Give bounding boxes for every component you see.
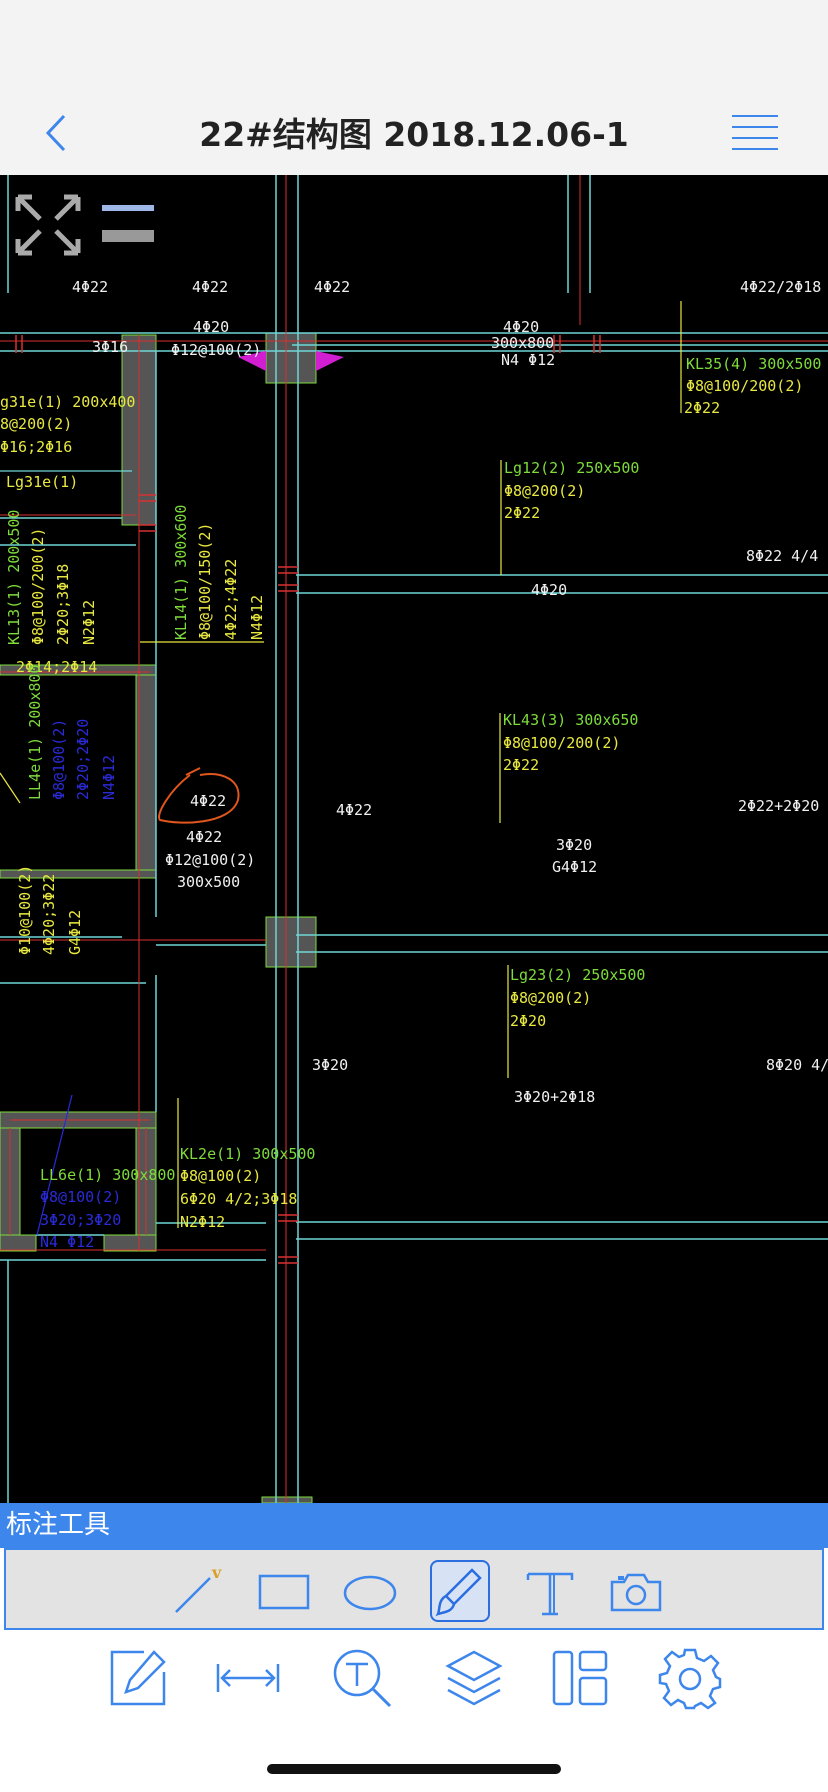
beam-label: KL35(4) 300x500 [686, 355, 821, 373]
rebar-label: 4Φ22 [336, 801, 372, 819]
rectangle-tool-icon [258, 1574, 310, 1610]
rebar-label: 4Φ22 [190, 792, 226, 810]
beam-label: LL6e(1) 300x800 [40, 1166, 175, 1184]
camera-tool-icon [610, 1573, 662, 1612]
annotation-toolbar: v [4, 1548, 824, 1630]
rebar-label: N4 Φ12 [501, 351, 555, 369]
drawing-viewport[interactable]: 4Φ22 4Φ22 4Φ22 4Φ22/2Φ18 3Φ16 4Φ20 Φ12@1… [0, 175, 828, 1503]
line-tool-button[interactable]: v [166, 1560, 226, 1622]
beam-label: Lg12(2) 250x500 [504, 459, 639, 477]
rebar-label: 6Φ20 4/2;3Φ18 [180, 1190, 297, 1208]
rebar-label: 4Φ22 [192, 278, 228, 296]
text-search-button[interactable] [330, 1646, 394, 1710]
settings-icon [658, 1648, 722, 1710]
text-search-icon [333, 1649, 392, 1708]
rebar-label: Φ12@100(2) [165, 851, 255, 869]
rebar-label: Φ8@100/150(2) [196, 523, 214, 640]
rebar-label: Φ8@100/200(2) [686, 377, 803, 395]
measure-button[interactable] [216, 1646, 280, 1710]
navigation-bar: 22#结构图 2018.12.06-1 [0, 0, 828, 175]
rectangle-tool-button[interactable] [252, 1560, 312, 1622]
zoom-slider-icon[interactable] [102, 205, 154, 242]
line-tool-icon: v [175, 1563, 222, 1613]
rebar-label: 4Φ20;3Φ22 [40, 874, 58, 955]
svg-text:v: v [211, 1563, 222, 1582]
home-indicator [267, 1764, 561, 1774]
rebar-label: Φ8@100/200(2) [29, 528, 47, 645]
menu-button[interactable] [730, 112, 780, 152]
beam-label: LL4e(1) 200x800 [26, 665, 44, 800]
rebar-label: 2Φ22 [504, 504, 540, 522]
rebar-label: N4 Φ12 [40, 1233, 94, 1251]
rebar-label: 4Φ20 [193, 318, 229, 336]
rebar-label: 3Φ20+2Φ18 [514, 1088, 595, 1106]
rebar-label: 4Φ20 [531, 581, 567, 599]
rebar-label: 2Φ22 [503, 756, 539, 774]
rebar-label: N2Φ12 [80, 600, 98, 645]
rebar-label: 2Φ20 [510, 1012, 546, 1030]
edit-button[interactable] [106, 1646, 170, 1710]
rebar-label: 4Φ22;4Φ22 [222, 559, 240, 640]
pen-tool-button[interactable] [430, 1560, 490, 1622]
beam-label: Lg31e(1) [6, 473, 78, 491]
rebar-label: G4Φ12 [552, 858, 597, 876]
camera-tool-button[interactable] [606, 1560, 666, 1622]
rebar-label: 3Φ16 [92, 338, 128, 356]
beam-label: g31e(1) 200x400 [0, 393, 135, 411]
rebar-label: N4Φ12 [100, 755, 118, 800]
rebar-label: 300x800 [491, 334, 554, 352]
rebar-label: Φ8@100(2) [50, 719, 68, 800]
annotation-tools-title: 标注工具 [0, 1503, 828, 1548]
rebar-label: Φ8@200(2) [510, 989, 591, 1007]
text-tool-icon [526, 1572, 574, 1616]
settings-button[interactable] [658, 1646, 722, 1710]
layers-icon [445, 1650, 503, 1706]
rebar-label: Φ8@100(2) [180, 1167, 261, 1185]
ellipse-tool-icon [343, 1575, 397, 1611]
rebar-label: 4Φ22 [72, 278, 108, 296]
text-tool-button[interactable] [520, 1560, 580, 1622]
rebar-label: Φ12@100(2) [171, 341, 261, 359]
rebar-label: N2Φ12 [180, 1213, 225, 1231]
rebar-label: 2Φ22 [684, 399, 720, 417]
beam-label: KL13(1) 200x500 [5, 510, 23, 645]
beam-label: KL2e(1) 300x500 [180, 1145, 315, 1163]
beam-label: KL43(3) 300x650 [503, 711, 638, 729]
ellipse-tool-button[interactable] [340, 1560, 400, 1622]
rebar-label: 3Φ20 [312, 1056, 348, 1074]
structural-drawing: 4Φ22 4Φ22 4Φ22 4Φ22/2Φ18 3Φ16 4Φ20 Φ12@1… [0, 175, 828, 1503]
rebar-label: Φ16;2Φ16 [0, 438, 72, 456]
pen-tool-icon [435, 1568, 482, 1617]
beam-label: KL14(1) 300x600 [172, 505, 190, 640]
rebar-label: N4Φ12 [248, 595, 266, 640]
rebar-label: 4Φ22/2Φ18 [740, 278, 821, 296]
layers-button[interactable] [442, 1646, 506, 1710]
rebar-label: 4Φ22 [186, 828, 222, 846]
beam-label: Lg23(2) 250x500 [510, 966, 645, 984]
rebar-label: 3Φ20;3Φ20 [40, 1211, 121, 1229]
rebar-label: 8Φ20 4/4 [766, 1056, 828, 1074]
measure-icon [216, 1664, 280, 1692]
page-title: 22#结构图 2018.12.06-1 [199, 115, 629, 154]
rebar-label: 2Φ20;2Φ20 [74, 719, 92, 800]
rebar-label: G4Φ12 [66, 910, 84, 955]
rebar-label: 8@200(2) [0, 415, 72, 433]
rebar-label: Φ10@100(2) [16, 865, 34, 955]
rebar-label: 300x500 [177, 873, 240, 891]
rebar-label: Φ8@200(2) [504, 482, 585, 500]
hamburger-menu-icon [732, 115, 778, 150]
layout-button[interactable] [548, 1646, 612, 1710]
rebar-label: 2Φ20;3Φ18 [54, 564, 72, 645]
rebar-label: 2Φ22+2Φ20 [738, 797, 819, 815]
edit-icon [110, 1650, 166, 1706]
rebar-label: 8Φ22 4/4 [746, 547, 818, 565]
layout-icon [552, 1650, 608, 1706]
rebar-label: Φ8@100(2) [40, 1188, 121, 1206]
fullscreen-icon[interactable] [14, 193, 82, 256]
rebar-label: Φ8@100/200(2) [503, 734, 620, 752]
rebar-label: 3Φ20 [556, 836, 592, 854]
rebar-label: 4Φ22 [314, 278, 350, 296]
